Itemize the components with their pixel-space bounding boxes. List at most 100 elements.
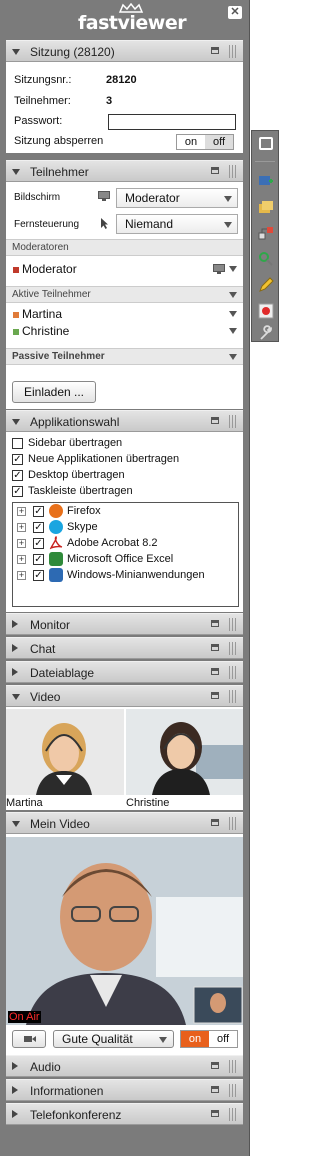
chevron-down-icon[interactable] [229,328,237,334]
grip-icon[interactable] [229,666,237,679]
video-name-christine: Christine [126,797,170,809]
telefonkonferenz-header[interactable]: Telefonkonferenz [6,1103,243,1125]
app-label: Adobe Acrobat 8.2 [67,537,158,549]
chat-header[interactable]: Chat [6,637,243,659]
grip-icon[interactable] [229,817,237,830]
window-icon[interactable] [211,620,219,627]
app-label: Windows-Minianwendungen [67,569,205,581]
mein-video-header[interactable]: Mein Video [6,812,243,834]
app-checkbox[interactable]: ✓ [33,554,44,565]
sidebar-checkbox[interactable] [12,438,23,449]
video-christine[interactable] [126,709,243,795]
audio-header[interactable]: Audio [6,1055,243,1077]
collapse-arrow-icon [12,49,20,55]
close-button[interactable]: ✕ [228,6,242,19]
title-bar: fastviewer ✕ [0,0,249,36]
person-video-image [6,837,243,1025]
app-checkbox[interactable]: ✓ [33,506,44,517]
grip-icon[interactable] [229,618,237,631]
expand-arrow-icon [12,1110,18,1118]
window-icon[interactable] [211,819,219,826]
passive-header[interactable]: Passive Teilnehmer [6,348,243,365]
absperren-on[interactable]: on [177,135,205,149]
window-icon[interactable] [211,644,219,651]
settings-wrench-icon[interactable] [258,325,274,341]
teilnehmer-header[interactable]: Teilnehmer [6,160,243,182]
dateiablage-header[interactable]: Dateiablage [6,661,243,683]
grip-icon[interactable] [229,165,237,178]
my-video-stream[interactable]: On Air [6,837,243,1025]
fernsteuerung-select[interactable]: Niemand [116,214,238,234]
pencil-icon[interactable] [258,277,274,293]
on-air-label: On Air [8,1011,41,1023]
absperren-toggle[interactable]: on off [176,134,234,150]
video-on[interactable]: on [181,1031,209,1047]
expand-icon[interactable]: + [17,523,26,532]
sitzung-header[interactable]: Sitzung (28120) [6,40,243,62]
applikationswahl-header[interactable]: Applikationswahl [6,410,243,432]
record-icon[interactable] [258,303,274,319]
grip-icon[interactable] [229,690,237,703]
panel-video: Video Martina Christine [6,685,243,810]
grip-icon[interactable] [229,1060,237,1073]
member-martina[interactable]: Martina [6,306,243,322]
absperren-off[interactable]: off [205,135,233,149]
app-checkbox[interactable]: ✓ [33,522,44,533]
panel-teilnehmer: Teilnehmer Bildschirm Moderator Fernsteu… [6,160,243,409]
taskleiste-checkbox[interactable]: ✓ [12,486,23,497]
switch-icon[interactable] [258,225,274,241]
folders-icon[interactable] [258,199,274,215]
window-icon[interactable] [211,692,219,699]
expand-arrow-icon [12,620,18,628]
informationen-header[interactable]: Informationen [6,1079,243,1101]
window-icon[interactable] [211,1086,219,1093]
zoom-in-icon[interactable] [258,251,274,267]
bildschirm-select[interactable]: Moderator [116,188,238,208]
desktop-checkbox[interactable]: ✓ [12,470,23,481]
chat-title: Chat [30,642,56,656]
grip-icon[interactable] [229,415,237,428]
aktive-header[interactable]: Aktive Teilnehmer [6,286,243,303]
expand-icon[interactable]: + [17,539,26,548]
grip-icon[interactable] [229,45,237,58]
window-icon[interactable] [211,47,219,54]
grip-icon[interactable] [229,642,237,655]
member-moderator[interactable]: Moderator [6,261,243,277]
app-checkbox[interactable]: ✓ [33,538,44,549]
app-tree[interactable]: + ✓ Firefox + ✓ Skype + ✓ Adobe Acrobat … [12,502,239,607]
chevron-down-icon[interactable] [229,311,237,317]
expand-icon[interactable]: + [17,507,26,516]
window-icon[interactable] [211,167,219,174]
add-screen-icon[interactable] [258,173,274,189]
window-mode-icon[interactable] [259,137,273,150]
video-body: Martina Christine [6,707,243,810]
expand-icon[interactable]: + [17,571,26,580]
chevron-down-icon[interactable] [229,266,237,272]
panel-informationen: Informationen [6,1079,243,1101]
grip-icon[interactable] [229,1108,237,1121]
video-title: Video [30,690,61,704]
app-label: Skype [67,521,98,533]
chevron-down-icon [229,354,237,360]
chevron-down-icon [159,1037,167,1043]
camera-button[interactable] [12,1030,46,1048]
window-icon[interactable] [211,668,219,675]
grip-icon[interactable] [229,1084,237,1097]
window-icon[interactable] [211,1062,219,1069]
status-dot [13,267,19,273]
window-icon[interactable] [211,1110,219,1117]
passwort-input[interactable] [108,114,236,130]
window-icon[interactable] [211,417,219,424]
quality-select[interactable]: Gute Qualität [53,1030,174,1048]
member-christine[interactable]: Christine [6,323,243,339]
video-off[interactable]: off [209,1031,237,1047]
video-toggle[interactable]: on off [180,1030,238,1048]
neue-apps-checkbox[interactable]: ✓ [12,454,23,465]
app-checkbox[interactable]: ✓ [33,570,44,581]
expand-icon[interactable]: + [17,555,26,564]
video-header[interactable]: Video [6,685,243,707]
einladen-button[interactable]: Einladen ... [12,381,96,403]
video-martina[interactable] [6,709,124,795]
taskleiste-label: Taskleiste übertragen [28,485,133,497]
monitor-header[interactable]: Monitor [6,613,243,635]
